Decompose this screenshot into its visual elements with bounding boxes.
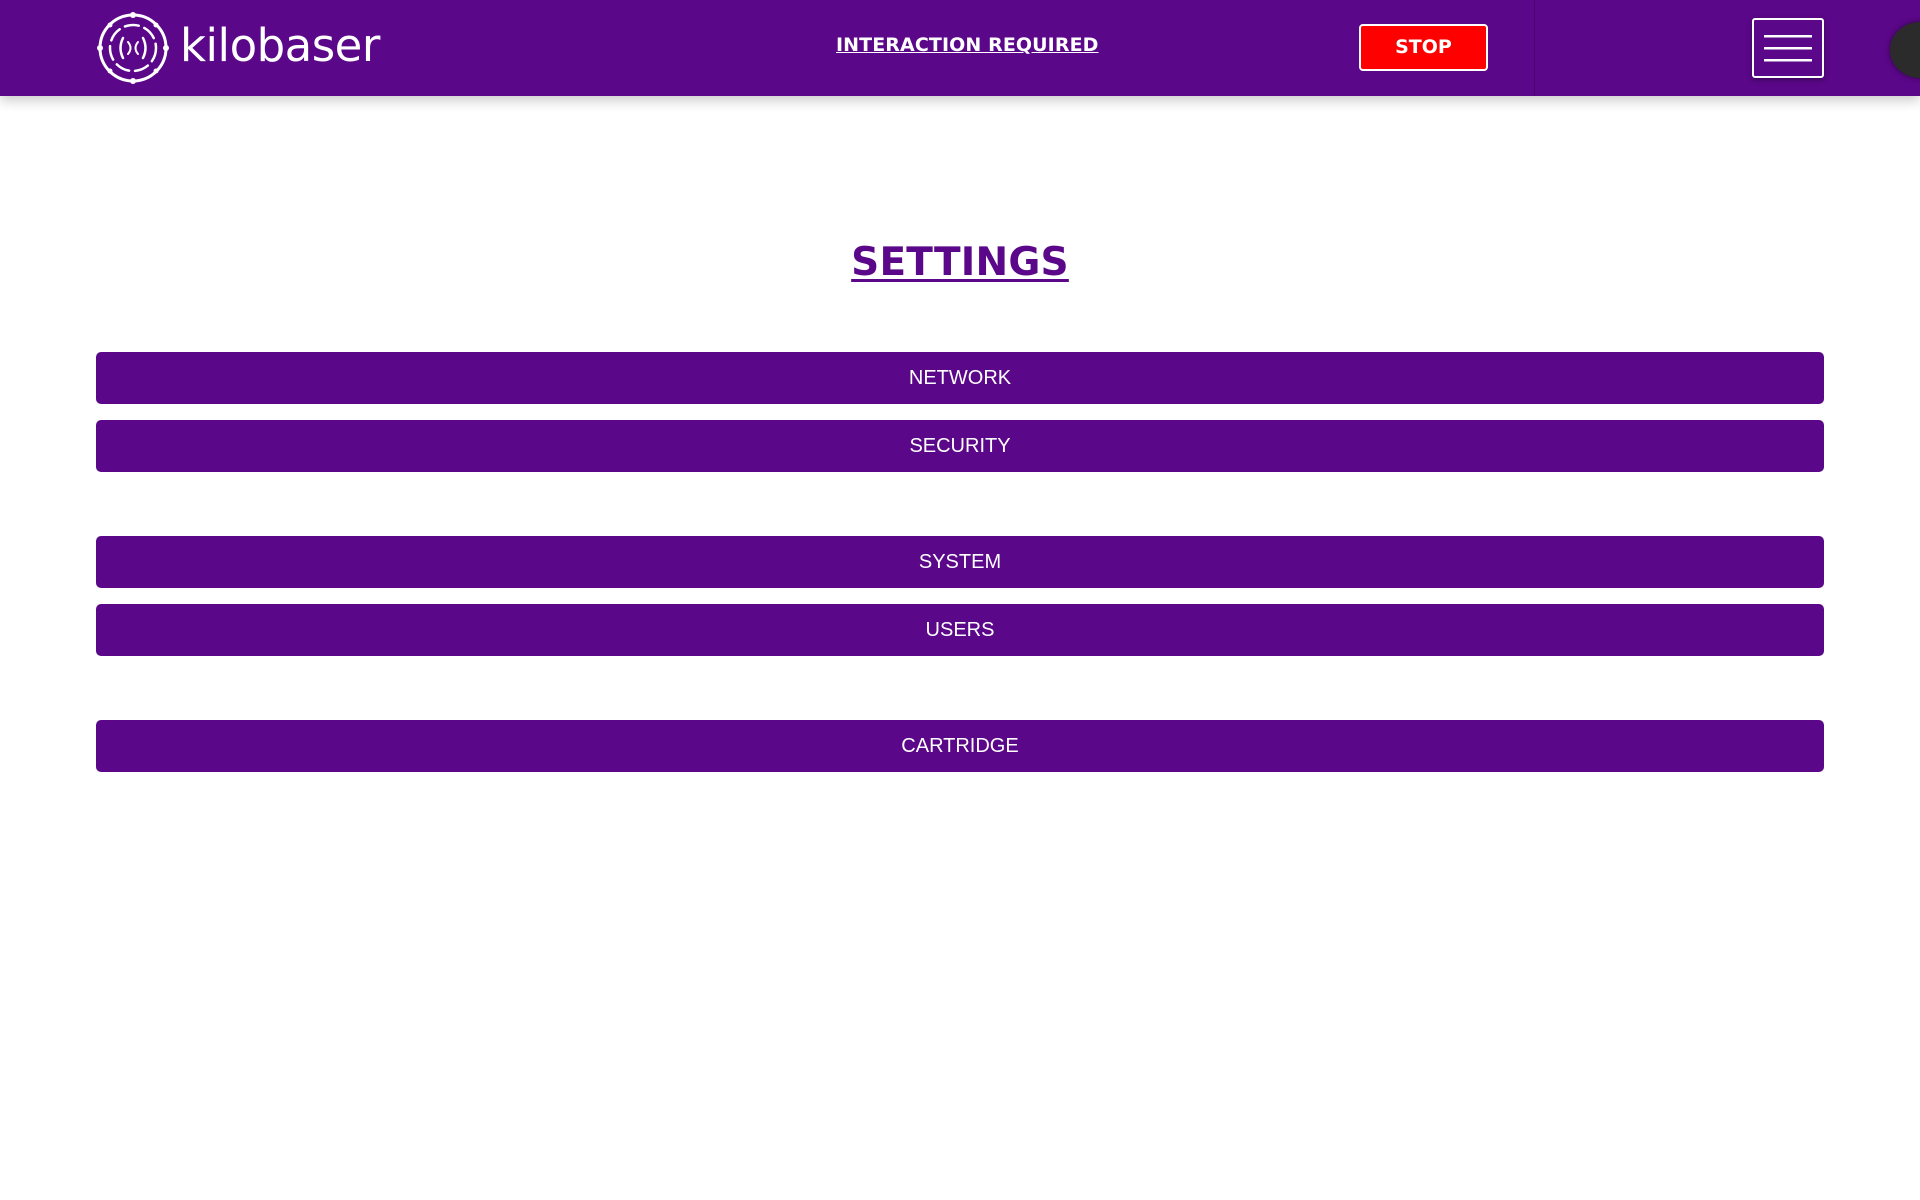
network-button[interactable]: NETWORK bbox=[96, 352, 1824, 404]
menu-button[interactable] bbox=[1752, 18, 1824, 78]
hamburger-menu-icon bbox=[1764, 35, 1812, 62]
cartridge-button[interactable]: CARTRIDGE bbox=[96, 720, 1824, 772]
page-title: SETTINGS bbox=[851, 240, 1069, 285]
brand-name: kilobaser bbox=[180, 18, 380, 72]
app-window: kilobaser INTERACTION REQUIRED STOP SETT… bbox=[0, 0, 1920, 1200]
side-panel-handle[interactable] bbox=[1890, 22, 1920, 78]
stop-button[interactable]: STOP bbox=[1359, 24, 1488, 71]
system-button[interactable]: SYSTEM bbox=[96, 536, 1824, 588]
users-button[interactable]: USERS bbox=[96, 604, 1824, 656]
interaction-required-link[interactable]: INTERACTION REQUIRED bbox=[836, 34, 1099, 56]
security-button[interactable]: SECURITY bbox=[96, 420, 1824, 472]
top-header: kilobaser INTERACTION REQUIRED STOP bbox=[0, 0, 1920, 96]
header-divider bbox=[1534, 0, 1535, 96]
brand-home-link[interactable]: kilobaser bbox=[96, 11, 380, 85]
kilobaser-logo-icon bbox=[97, 12, 169, 84]
